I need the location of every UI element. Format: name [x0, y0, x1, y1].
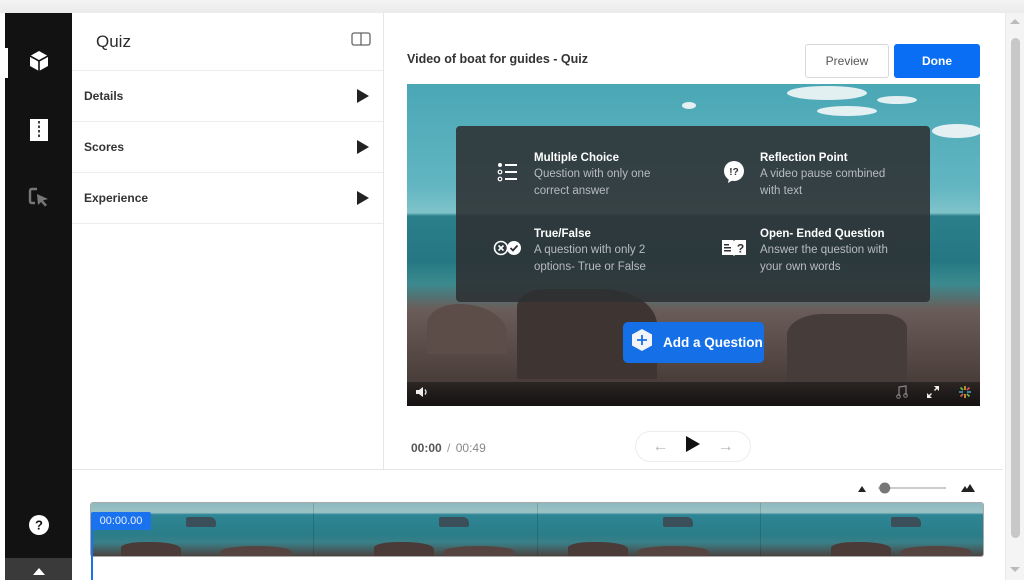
- back-button[interactable]: [5, 558, 72, 580]
- rail-item-hotspots[interactable]: [5, 174, 72, 224]
- question-type-name: Multiple Choice: [534, 152, 619, 164]
- cloud: [817, 106, 877, 116]
- question-type-name: Open- Ended Question: [760, 228, 885, 240]
- next-arrow-icon[interactable]: →: [718, 438, 734, 456]
- brand-logo-icon[interactable]: [958, 385, 972, 404]
- question-type-description: Question with only one correct answer: [534, 168, 651, 197]
- open-ended-icon: ?: [718, 232, 750, 264]
- expand-arrow-icon: [357, 89, 369, 103]
- reflection-icon: !?: [718, 156, 750, 188]
- current-time: 00:00: [411, 441, 442, 455]
- timeline-strip[interactable]: [90, 502, 984, 557]
- section-scores[interactable]: Scores: [72, 122, 383, 173]
- question-type-menu: Multiple Choice Question with only one c…: [456, 126, 930, 302]
- expand-arrow-icon: [357, 191, 369, 205]
- svg-text:?: ?: [35, 517, 43, 532]
- music-icon[interactable]: [896, 384, 908, 404]
- section-label: Details: [84, 89, 124, 103]
- cloud: [682, 102, 696, 109]
- add-hexagon-icon: [631, 328, 653, 357]
- cloud: [787, 86, 867, 100]
- question-type-true-false[interactable]: True/False A question with only 2 option…: [492, 228, 674, 276]
- main-editor: Video of boat for guides - Quiz Preview …: [385, 13, 1003, 469]
- back-arrow-icon: [29, 562, 49, 580]
- svg-text:!?: !?: [729, 167, 738, 178]
- question-type-name: Reflection Point: [760, 152, 848, 164]
- cloud: [877, 96, 917, 104]
- timeline-zoom-control: [858, 481, 988, 495]
- playback-controls: ← →: [635, 431, 751, 462]
- settings-panel: Quiz Details Scores Experience: [72, 13, 384, 469]
- playhead-line[interactable]: [91, 530, 93, 580]
- svg-text:?: ?: [737, 242, 744, 256]
- true-false-icon: [492, 232, 524, 264]
- time-display: 00:00 / 00:49: [411, 441, 486, 455]
- panel-layout-icon[interactable]: [351, 32, 371, 51]
- time-separator: /: [447, 441, 451, 455]
- section-details[interactable]: Details: [72, 71, 383, 122]
- timeline-frame: [537, 503, 761, 556]
- zoom-slider-thumb: [879, 482, 891, 494]
- window-top-bar: [0, 0, 1024, 13]
- preview-button[interactable]: Preview: [805, 44, 889, 78]
- video-control-bar: [407, 382, 980, 406]
- section-label: Experience: [84, 191, 149, 205]
- question-type-description: A question with only 2 options- True or …: [534, 244, 646, 273]
- video-title: Video of boat for guides - Quiz: [407, 52, 589, 66]
- zoom-in-icon: [961, 484, 975, 492]
- cursor-select-icon: [28, 186, 50, 213]
- list-icon: [492, 156, 524, 188]
- timeline-frame: [760, 503, 983, 556]
- add-question-label: Add a Question: [663, 335, 763, 350]
- question-type-reflection-point[interactable]: !? Reflection Point A video pause combin…: [718, 152, 900, 200]
- cloud: [932, 124, 980, 138]
- playhead-time-label: 00:00.00: [91, 512, 151, 530]
- timeline-frame: [314, 503, 538, 556]
- question-type-multiple-choice[interactable]: Multiple Choice Question with only one c…: [492, 152, 674, 200]
- section-experience[interactable]: Experience: [72, 173, 383, 224]
- duration: 00:49: [455, 441, 486, 455]
- section-label: Scores: [84, 140, 125, 154]
- question-type-open-ended[interactable]: ? Open- Ended Question Answer the questi…: [718, 228, 900, 276]
- add-question-button[interactable]: Add a Question: [623, 322, 764, 363]
- help-button[interactable]: ?: [5, 502, 72, 552]
- rock: [787, 314, 907, 384]
- panel-header: Quiz: [72, 13, 383, 71]
- question-type-description: Answer the question with your own words: [760, 244, 888, 273]
- previous-arrow-icon[interactable]: ←: [652, 438, 668, 456]
- scroll-down-arrow-icon[interactable]: [1010, 567, 1020, 572]
- app-window: ? Quiz Details Scores Experience Video o…: [5, 13, 1005, 580]
- vertical-scrollbar[interactable]: [1005, 13, 1024, 580]
- question-type-name: True/False: [534, 228, 591, 240]
- video-player[interactable]: Multiple Choice Question with only one c…: [407, 84, 980, 406]
- timeline-divider: [72, 469, 1003, 470]
- done-button[interactable]: Done: [894, 44, 980, 78]
- scroll-up-arrow-icon[interactable]: [1010, 19, 1020, 24]
- expand-arrow-icon: [357, 140, 369, 154]
- play-button[interactable]: [685, 435, 701, 458]
- rail-item-chapters[interactable]: [5, 107, 72, 157]
- zoom-out-icon: [858, 486, 866, 492]
- sidebar-rail: ?: [5, 13, 72, 580]
- active-indicator: [5, 48, 8, 78]
- chapters-icon: [29, 118, 48, 146]
- fullscreen-icon[interactable]: [926, 385, 940, 404]
- scrollbar-thumb[interactable]: [1011, 38, 1020, 538]
- question-type-description: A video pause combined with text: [760, 168, 886, 197]
- volume-icon[interactable]: [415, 385, 429, 403]
- cube-icon: [28, 50, 50, 77]
- panel-title: Quiz: [96, 31, 131, 51]
- help-circle-icon: ?: [28, 514, 50, 541]
- rock: [427, 304, 507, 354]
- rail-item-quiz[interactable]: [5, 38, 72, 88]
